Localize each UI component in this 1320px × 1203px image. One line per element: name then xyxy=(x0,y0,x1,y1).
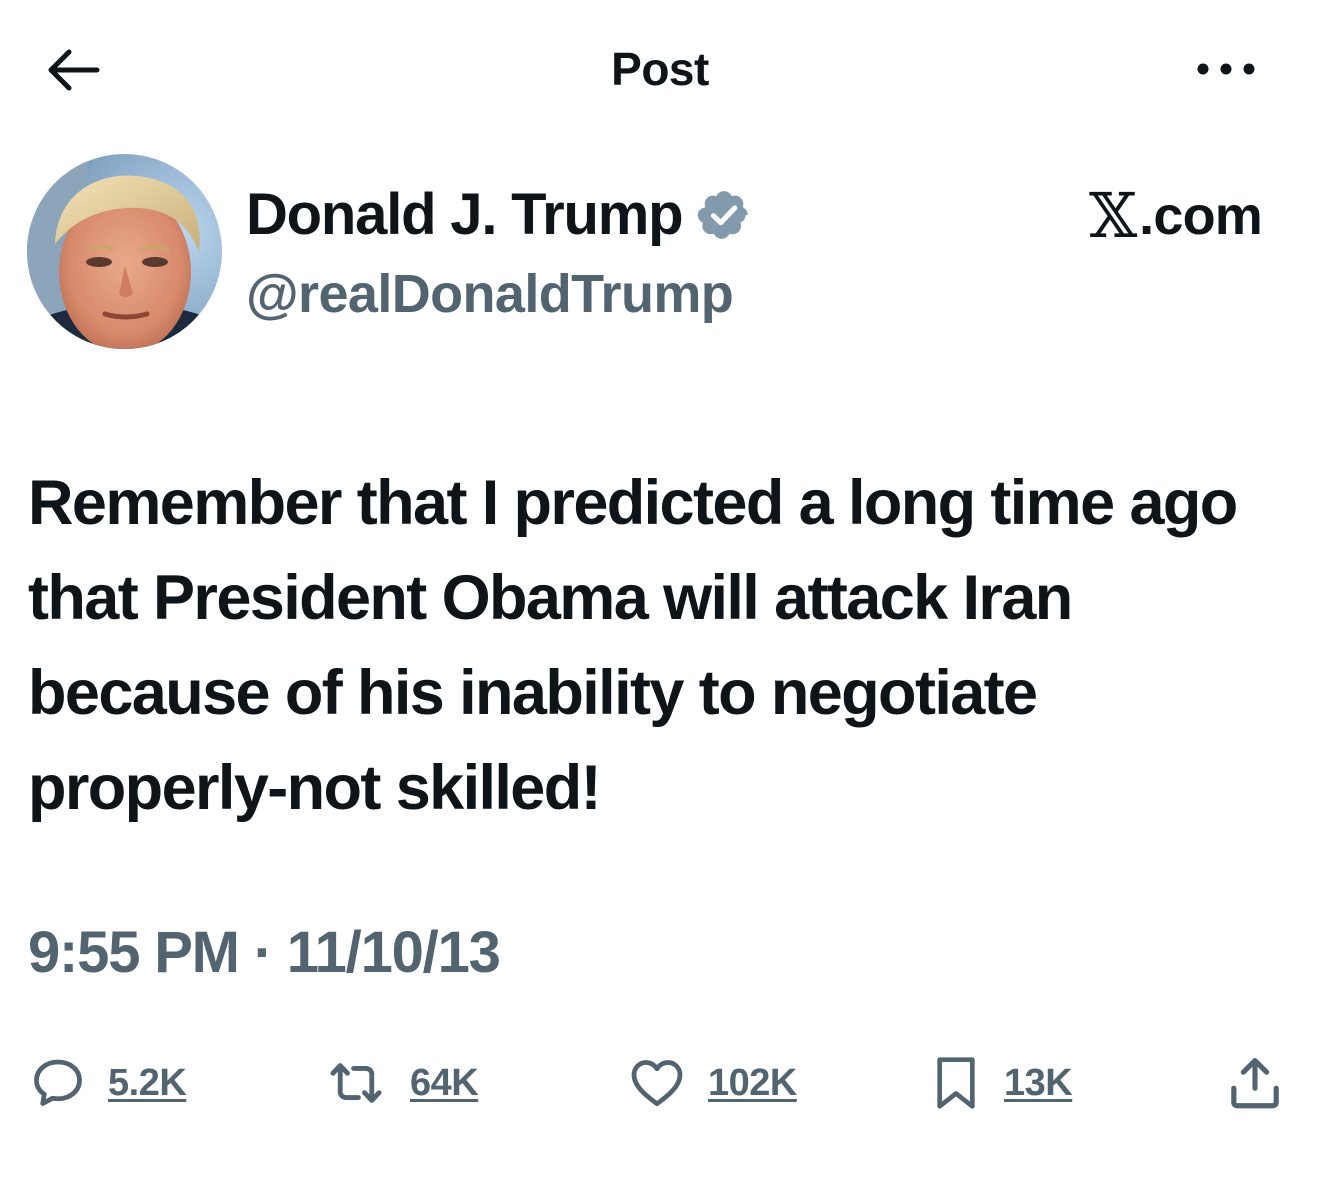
bookmark-icon xyxy=(928,1052,984,1114)
repost-button[interactable]: 64K xyxy=(322,1048,479,1118)
source-label: 𝕏 .com xyxy=(1089,179,1263,252)
heart-icon xyxy=(626,1053,688,1113)
x-logo-icon: 𝕏 xyxy=(1089,179,1138,252)
source-domain: .com xyxy=(1139,186,1263,246)
bookmark-count[interactable]: 13K xyxy=(1004,1060,1073,1106)
reply-button[interactable]: 5.2K xyxy=(28,1048,187,1118)
ellipsis-icon xyxy=(1196,62,1256,76)
top-bar: Post xyxy=(0,0,1320,140)
repost-icon xyxy=(322,1053,390,1113)
bookmark-button[interactable]: 13K xyxy=(928,1048,1073,1118)
share-button[interactable] xyxy=(1224,1048,1286,1118)
like-count[interactable]: 102K xyxy=(708,1060,797,1106)
post-text: Remember that I predicted a long time ag… xyxy=(28,468,1238,823)
author-name-row: Donald J. Trump xyxy=(246,180,752,250)
action-bar: 5.2K 64K 102K 13K xyxy=(0,1048,1320,1118)
author-handle[interactable]: @realDonaldTrump xyxy=(246,262,734,326)
avatar[interactable] xyxy=(27,154,222,349)
share-icon xyxy=(1224,1052,1286,1114)
author-display-name[interactable]: Donald J. Trump xyxy=(246,182,684,248)
like-button[interactable]: 102K xyxy=(626,1048,797,1118)
more-options-button[interactable] xyxy=(1186,44,1266,94)
reply-count[interactable]: 5.2K xyxy=(108,1060,187,1106)
verified-badge-icon[interactable] xyxy=(696,187,752,243)
repost-count[interactable]: 64K xyxy=(410,1060,479,1106)
page-title: Post xyxy=(611,43,709,95)
post-timestamp[interactable]: 9:55 PM · 11/10/13 xyxy=(28,918,501,988)
reply-icon xyxy=(28,1053,88,1113)
